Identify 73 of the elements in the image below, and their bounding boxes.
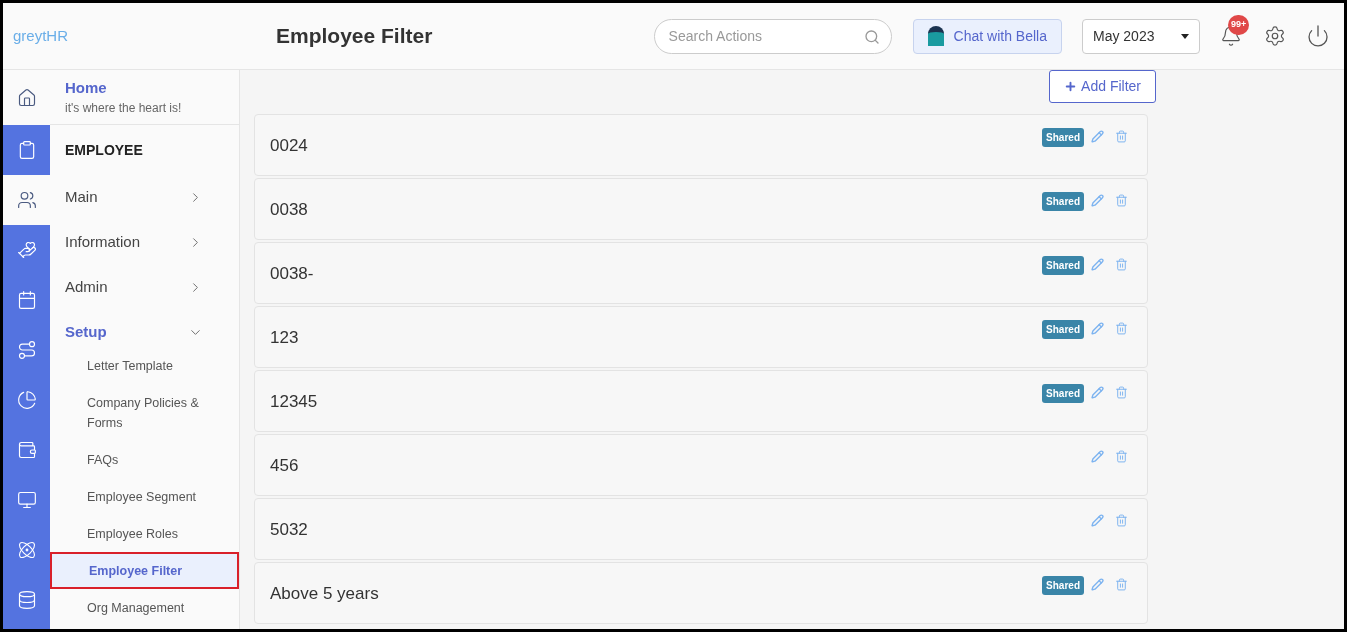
monitor-icon bbox=[16, 490, 37, 510]
shared-badge: Shared bbox=[1042, 192, 1084, 211]
filter-card[interactable]: 0038 Shared bbox=[254, 178, 1148, 240]
shared-badge: Shared bbox=[1042, 384, 1084, 403]
filter-name: 5032 bbox=[270, 519, 308, 542]
pencil-icon[interactable] bbox=[1091, 578, 1104, 591]
page-title: Employee Filter bbox=[276, 23, 433, 50]
shared-badge: Shared bbox=[1042, 256, 1084, 275]
filter-name: 123 bbox=[270, 327, 299, 350]
pencil-icon[interactable] bbox=[1091, 194, 1104, 207]
menu-item[interactable]: Information bbox=[50, 220, 239, 265]
pie-chart-icon bbox=[16, 390, 37, 410]
route-icon bbox=[16, 340, 37, 360]
submenu-item[interactable]: Employee Segment bbox=[50, 478, 239, 515]
menu-item[interactable]: Admin bbox=[50, 265, 239, 310]
submenu-item[interactable]: Company Policies & Forms bbox=[50, 384, 239, 441]
atom-icon bbox=[16, 540, 37, 560]
pencil-icon[interactable] bbox=[1091, 130, 1104, 143]
submenu-item[interactable]: Employee Roles bbox=[50, 515, 239, 552]
pencil-icon[interactable] bbox=[1091, 258, 1104, 271]
filter-card[interactable]: 12345 Shared bbox=[254, 370, 1148, 432]
caret-icon bbox=[1181, 33, 1189, 39]
avatar-icon bbox=[927, 26, 944, 46]
power-icon[interactable] bbox=[1306, 24, 1330, 48]
filter-card[interactable]: Above 5 years Shared bbox=[254, 562, 1148, 624]
trash-icon[interactable] bbox=[1115, 386, 1128, 399]
trash-icon[interactable] bbox=[1115, 258, 1128, 271]
submenu-item[interactable]: Org Management bbox=[50, 589, 239, 626]
pencil-icon[interactable] bbox=[1091, 322, 1104, 335]
submenu-item[interactable]: FAQs bbox=[50, 441, 239, 478]
trash-icon[interactable] bbox=[1115, 450, 1128, 463]
filter-card[interactable]: 0038- Shared bbox=[254, 242, 1148, 304]
users-icon bbox=[16, 190, 37, 210]
trash-icon[interactable] bbox=[1115, 322, 1128, 335]
filter-name: 0024 bbox=[270, 135, 308, 158]
pencil-icon[interactable] bbox=[1091, 514, 1104, 527]
shared-badge: Shared bbox=[1042, 128, 1084, 147]
trash-icon[interactable] bbox=[1115, 130, 1128, 143]
calendar-icon bbox=[16, 290, 37, 310]
home-icon bbox=[16, 87, 37, 108]
filter-card[interactable]: 5032 bbox=[254, 498, 1148, 560]
database-icon bbox=[16, 590, 37, 610]
add-filter-button[interactable]: Add Filter bbox=[1049, 70, 1156, 103]
bell-icon[interactable] bbox=[1220, 25, 1242, 47]
search-icon bbox=[863, 28, 880, 45]
filter-name: 456 bbox=[270, 455, 299, 478]
filter-name: Above 5 years bbox=[270, 583, 379, 606]
plus-icon bbox=[1064, 80, 1078, 93]
filter-name: 0038- bbox=[270, 263, 314, 286]
search-field[interactable]: Search Actions bbox=[653, 18, 892, 54]
filter-card[interactable]: 0024 Shared bbox=[254, 114, 1148, 176]
filter-card[interactable]: 123 Shared bbox=[254, 306, 1148, 368]
trash-icon[interactable] bbox=[1115, 514, 1128, 527]
filter-name: 12345 bbox=[270, 391, 318, 414]
pencil-icon[interactable] bbox=[1091, 450, 1104, 463]
pencil-icon[interactable] bbox=[1091, 386, 1104, 399]
chat-button[interactable]: Chat with Bella bbox=[912, 18, 1062, 54]
trash-icon[interactable] bbox=[1115, 194, 1128, 207]
month-dropdown[interactable]: May 2023 bbox=[1082, 18, 1200, 54]
submenu-item[interactable]: Employee Filter bbox=[50, 552, 239, 589]
trash-icon[interactable] bbox=[1115, 578, 1128, 591]
shared-badge: Shared bbox=[1042, 320, 1084, 339]
wallet-icon bbox=[16, 440, 37, 460]
shared-badge: Shared bbox=[1042, 576, 1084, 595]
filter-card[interactable]: 456 bbox=[254, 434, 1148, 496]
hand-heart-icon bbox=[16, 240, 37, 260]
home-subtitle: it's where the heart is! bbox=[65, 100, 183, 118]
home-link[interactable]: Home bbox=[65, 76, 239, 100]
notification-badge: 99+ bbox=[1228, 15, 1250, 35]
section-heading: EMPLOYEE bbox=[65, 140, 143, 160]
menu-item[interactable]: Main bbox=[50, 175, 239, 220]
settings-icon[interactable] bbox=[1264, 25, 1286, 47]
filter-name: 0038 bbox=[270, 199, 308, 222]
